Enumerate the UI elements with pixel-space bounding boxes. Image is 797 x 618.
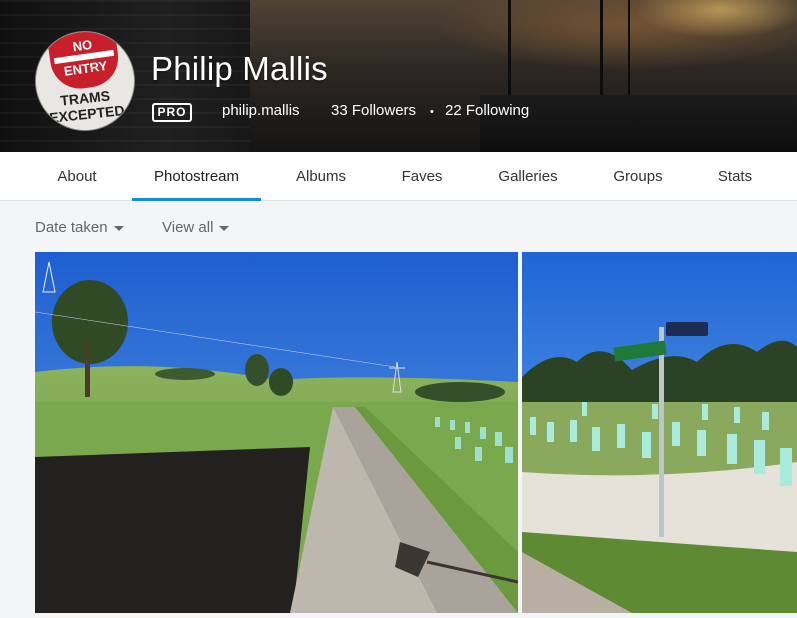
no-entry-sign-icon: NO ENTRY: [46, 32, 122, 93]
following-link[interactable]: 22 Following: [445, 102, 529, 119]
photo-thumbnail[interactable]: [35, 252, 518, 613]
tab-faves[interactable]: Faves: [392, 152, 452, 201]
username: philip.mallis: [222, 102, 300, 119]
profile-name: Philip Mallis: [151, 50, 328, 87]
followers-link[interactable]: 33 Followers: [331, 102, 416, 119]
date-taken-label: Date taken: [35, 219, 108, 236]
avatar[interactable]: NO ENTRY TRAMS EXCEPTED: [35, 31, 135, 131]
view-all-label: View all: [162, 219, 214, 236]
tab-stats[interactable]: Stats: [710, 152, 760, 201]
caret-down-icon: [113, 225, 124, 231]
tab-galleries[interactable]: Galleries: [488, 152, 568, 201]
view-all-dropdown[interactable]: View all: [162, 219, 230, 236]
tab-about[interactable]: About: [42, 152, 112, 201]
photo-thumbnail[interactable]: [522, 252, 797, 613]
pro-badge[interactable]: PRO: [152, 103, 192, 122]
tab-groups[interactable]: Groups: [604, 152, 672, 201]
tab-photostream[interactable]: Photostream: [132, 152, 261, 201]
date-taken-dropdown[interactable]: Date taken: [35, 219, 124, 236]
caret-down-icon: [219, 225, 230, 231]
tab-albums[interactable]: Albums: [285, 152, 357, 201]
meta-separator: •: [430, 106, 434, 118]
profile-tabs: About Photostream Albums Faves Galleries…: [0, 152, 797, 201]
